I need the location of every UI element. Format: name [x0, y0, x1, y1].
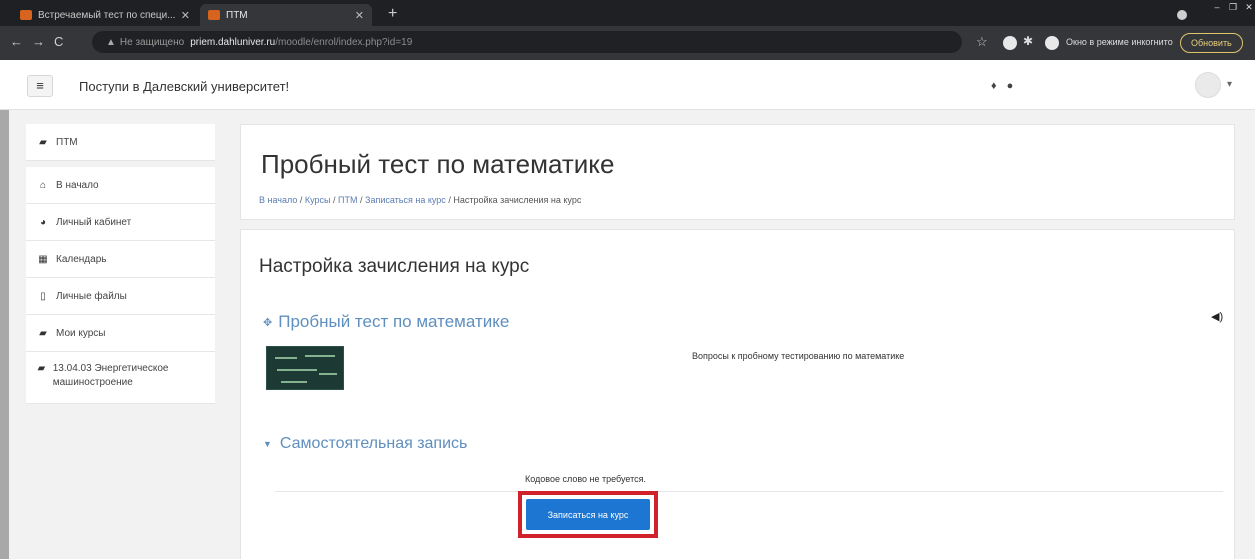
self-enrol-header[interactable]: ▼ Самостоятельная запись	[263, 435, 467, 453]
address-bar[interactable]: ▲ Не защищено priem.dahluniver.ru /moodl…	[92, 31, 962, 53]
back-icon[interactable]: ←	[10, 34, 23, 49]
drawer-item-label: ПТМ	[56, 136, 78, 148]
graduation-cap-icon: ▰	[37, 363, 46, 374]
site-navbar: ≡ Поступи в Далевский университет! ♦ ● ▾	[0, 60, 1255, 110]
nav-drawer: ▰ ПТМ ⌂ В начало ◕ Личный кабинет ▦ Кале…	[26, 124, 215, 404]
home-icon: ⌂	[39, 179, 47, 191]
hamburger-icon[interactable]: ≡	[27, 75, 53, 97]
drawer-item-files[interactable]: ▯ Личные файлы	[26, 278, 215, 315]
drawer-item-label: 13.04.03 Энергетическое машиностроение	[52, 363, 169, 388]
course-summary: Вопросы к пробному тестированию по матем…	[692, 351, 905, 361]
breadcrumb-course[interactable]: ПТМ	[338, 195, 357, 205]
window-controls: – ❐ ✕	[1211, 0, 1255, 14]
avatar[interactable]	[1195, 72, 1221, 98]
course-image	[266, 346, 344, 390]
tab-title: Встречаемый тест по специ...	[38, 9, 176, 21]
url-host: priem.dahluniver.ru	[190, 36, 276, 48]
course-icon: ✥	[263, 316, 273, 329]
chevron-down-icon[interactable]: ▾	[1227, 79, 1232, 90]
warning-icon: ▲	[106, 36, 116, 48]
graduation-cap-icon: ▰	[39, 327, 47, 339]
enrol-key-note: Кодовое слово не требуется.	[525, 474, 647, 484]
drawer-item-label: Личные файлы	[56, 290, 127, 302]
browser-tab[interactable]: Встречаемый тест по специ... ✕	[12, 4, 198, 26]
drawer-item-label: Личный кабинет	[56, 216, 132, 228]
reload-icon[interactable]: C	[54, 34, 63, 49]
extension-icon[interactable]	[1003, 36, 1017, 50]
tab-favicon-icon	[208, 10, 220, 20]
window-close-icon[interactable]: ✕	[1243, 0, 1255, 14]
drawer-item-course[interactable]: ▰ ПТМ	[26, 124, 215, 161]
security-warning: Не защищено	[119, 36, 185, 48]
breadcrumb-home[interactable]: В начало	[259, 195, 297, 205]
section-title: Настройка зачисления на курс	[259, 256, 530, 277]
enrol-options-card: Настройка зачисления на курс ✥ Пробный т…	[240, 229, 1235, 559]
browser-tab-bar: Встречаемый тест по специ... ✕ ПТМ ✕ + –…	[0, 0, 1255, 26]
url-path: /moodle/enrol/index.php?id=19	[275, 36, 413, 48]
drawer-item-label: Мои курсы	[56, 327, 106, 339]
breadcrumb-courses[interactable]: Курсы	[305, 195, 331, 205]
tab-close-icon[interactable]: ✕	[355, 9, 364, 22]
speaker-icon[interactable]: ◀)	[1211, 310, 1223, 323]
drawer-item-label: В начало	[56, 179, 99, 191]
page-title: Пробный тест по математике	[261, 149, 615, 179]
graduation-cap-icon: ▰	[39, 136, 47, 148]
page-header-card: Пробный тест по математике В начало / Ку…	[240, 124, 1235, 220]
breadcrumb-enrol[interactable]: Записаться на курс	[365, 195, 446, 205]
course-name: Пробный тест по математике	[278, 312, 510, 331]
course-name-link[interactable]: ✥ Пробный тест по математике	[263, 312, 509, 332]
browser-tab-active[interactable]: ПТМ ✕	[200, 4, 372, 26]
profile-icon[interactable]	[1045, 36, 1059, 50]
left-edge	[0, 110, 9, 559]
incognito-label: Окно в режиме инкогнито	[1066, 37, 1173, 47]
extensions-puzzle-icon[interactable]: ✱	[1023, 34, 1037, 48]
messages-icon[interactable]: ●	[1007, 80, 1014, 92]
breadcrumb-current: Настройка зачисления на курс	[453, 195, 582, 205]
forward-icon[interactable]: →	[32, 34, 45, 49]
tab-title: ПТМ	[226, 9, 248, 21]
dashboard-icon: ◕	[39, 216, 47, 228]
drawer-item-my-courses[interactable]: ▰ Мои курсы	[26, 315, 215, 352]
tab-favicon-icon	[20, 10, 32, 20]
drawer-item-label: Календарь	[56, 253, 107, 265]
bookmark-star-icon[interactable]: ☆	[976, 34, 988, 50]
minimize-icon[interactable]: –	[1211, 0, 1223, 14]
drawer-item-calendar[interactable]: ▦ Календарь	[26, 241, 215, 278]
drawer-item-dashboard[interactable]: ◕ Личный кабинет	[26, 204, 215, 241]
new-tab-icon[interactable]: +	[388, 5, 397, 23]
browser-toolbar: ← → C ▲ Не защищено priem.dahluniver.ru …	[0, 26, 1255, 60]
browser-account-icon[interactable]	[1177, 10, 1187, 20]
tab-close-icon[interactable]: ✕	[181, 9, 190, 22]
maximize-icon[interactable]: ❐	[1223, 0, 1243, 14]
drawer-item-home[interactable]: ⌂ В начало	[26, 167, 215, 204]
calendar-icon: ▦	[38, 253, 48, 265]
chevron-down-icon: ▼	[263, 439, 272, 449]
drawer-item-program[interactable]: ▰ 13.04.03 Энергетическое машиностроение	[26, 352, 215, 404]
divider	[275, 491, 1223, 492]
file-icon: ▯	[40, 290, 46, 302]
site-name[interactable]: Поступи в Далевский университет!	[79, 79, 289, 94]
self-enrol-title: Самостоятельная запись	[279, 435, 468, 452]
update-button[interactable]: Обновить	[1180, 33, 1243, 53]
notifications-bell-icon[interactable]: ♦	[991, 80, 997, 92]
nav-icons: ♦ ●	[991, 80, 1013, 92]
enrol-me-button[interactable]: Записаться на курс	[526, 499, 650, 530]
breadcrumb: В начало / Курсы / ПТМ / Записаться на к…	[259, 195, 581, 205]
